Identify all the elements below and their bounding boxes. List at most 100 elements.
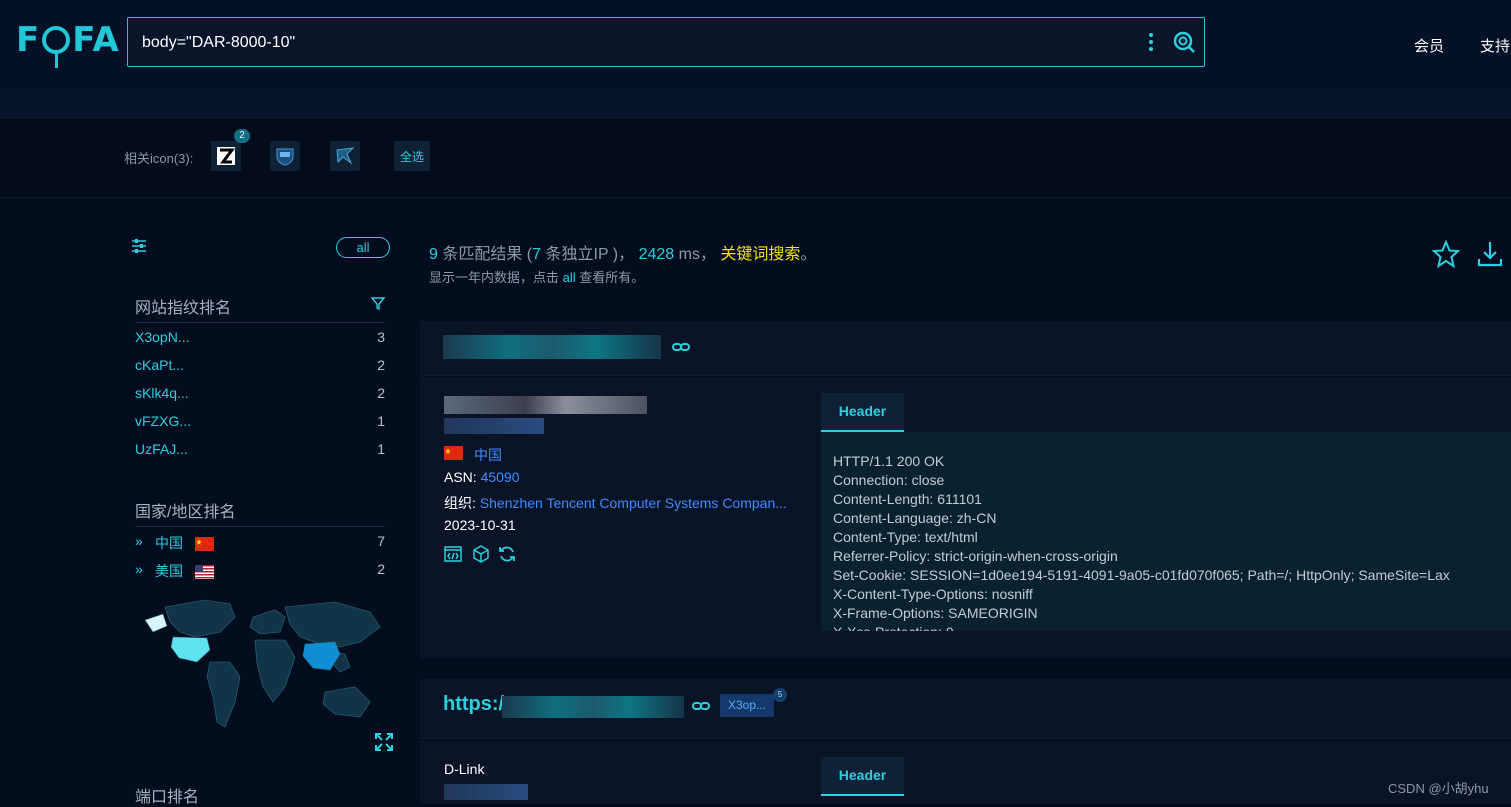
org-row: 组织: Shenzhen Tencent Computer Systems Co… xyxy=(444,493,787,513)
asn-link[interactable]: 45090 xyxy=(481,469,520,485)
search-input[interactable] xyxy=(142,30,1122,56)
fingerprint-name[interactable]: X3opN... xyxy=(135,329,189,345)
fingerprint-item[interactable]: X3opN... 3 xyxy=(135,329,385,349)
header-line: X-Content-Type-Options: nosniff xyxy=(833,586,1033,602)
related-icons-label: 相关icon(3): xyxy=(124,151,194,166)
cube-icon[interactable] xyxy=(472,545,490,563)
tab-header[interactable]: Header xyxy=(821,393,904,432)
country-name[interactable]: 美国 xyxy=(155,563,183,579)
period: 。 xyxy=(800,246,817,263)
search-box[interactable] xyxy=(127,17,1205,67)
related-icon-shield[interactable] xyxy=(270,141,300,171)
double-chevron-icon: » xyxy=(135,561,143,577)
result-brand: D-Link xyxy=(444,761,485,777)
china-flag-icon xyxy=(194,537,214,552)
fofa-logo[interactable]: F FA xyxy=(16,20,120,68)
filter-band xyxy=(0,86,1511,118)
masked-host[interactable] xyxy=(443,335,661,359)
double-chevron-icon: » xyxy=(135,533,143,549)
header-line: Connection: close xyxy=(833,472,945,488)
response-header-pane: HTTP/1.1 200 OK Connection: close Conten… xyxy=(821,432,1511,631)
fingerprint-name[interactable]: UzFAJ... xyxy=(135,441,188,457)
country-item[interactable]: » 中国 7 xyxy=(135,533,385,553)
result-host-link[interactable]: https:/ xyxy=(443,693,504,716)
header-line: HTTP/1.1 200 OK xyxy=(833,453,945,469)
country-count: 2 xyxy=(377,561,385,577)
unique-ip-label: 条独立IP )， xyxy=(545,246,635,263)
query-time: 2428 xyxy=(638,246,675,263)
more-vertical-icon[interactable] xyxy=(1146,31,1156,53)
refresh-icon[interactable] xyxy=(498,545,516,563)
fingerprint-item[interactable]: vFZXG... 1 xyxy=(135,413,385,433)
result-subsummary: 显示一年内数据，点击 all 查看所有。 xyxy=(429,267,644,286)
asn-row: ASN: 45090 xyxy=(444,469,520,485)
all-toggle-button[interactable]: all xyxy=(336,237,390,258)
country-name[interactable]: 中国 xyxy=(155,535,183,551)
header-line: X-Xss-Protection: 0 xyxy=(833,623,1499,631)
china-flag-icon xyxy=(444,446,463,460)
result-card-body xyxy=(420,741,1511,804)
port-ranking-title: 端口排名 xyxy=(135,789,200,806)
download-icon[interactable] xyxy=(1476,240,1504,268)
divider xyxy=(135,322,385,323)
fingerprint-item[interactable]: cKaPt... 2 xyxy=(135,357,385,377)
select-all-button[interactable]: 全选 xyxy=(394,141,430,171)
fingerprint-count: 2 xyxy=(377,357,385,373)
link-icon[interactable] xyxy=(692,700,710,712)
masked-ip[interactable] xyxy=(444,784,528,800)
keyword-search-link[interactable]: 关键词搜索 xyxy=(720,246,800,263)
filter-settings-icon[interactable] xyxy=(131,238,147,254)
nav-support-link[interactable]: 支持 xyxy=(1480,35,1510,56)
tab-header[interactable]: Header xyxy=(821,757,904,796)
star-icon[interactable] xyxy=(1432,240,1460,268)
fingerprint-count: 1 xyxy=(377,413,385,429)
result-date: 2023-10-31 xyxy=(444,517,516,533)
header-line: X-Frame-Options: SAMEORIGIN xyxy=(833,605,1038,621)
fingerprint-count: 2 xyxy=(377,385,385,401)
masked-domain[interactable] xyxy=(444,418,544,434)
link-icon[interactable] xyxy=(672,341,690,353)
related-icon-z[interactable] xyxy=(211,141,241,171)
masked-ip[interactable] xyxy=(444,396,647,414)
funnel-icon[interactable] xyxy=(371,296,385,310)
fingerprint-ranking-title: 网站指纹排名 xyxy=(135,300,232,317)
result-summary: 9 条匹配结果 (7 条独立IP )， 2428 ms， 关键词搜索。 xyxy=(429,240,816,264)
search-icon[interactable] xyxy=(1172,30,1196,54)
fingerprint-count: 1 xyxy=(377,441,385,457)
header-line: Content-Language: zh-CN xyxy=(833,510,997,526)
country-item[interactable]: » 美国 2 xyxy=(135,561,385,581)
masked-host[interactable] xyxy=(502,696,684,718)
fingerprint-name[interactable]: vFZXG... xyxy=(135,413,191,429)
fingerprint-name[interactable]: sKlk4q... xyxy=(135,385,189,401)
org-link[interactable]: Shenzhen Tencent Computer Systems Compan… xyxy=(480,495,787,511)
header-line: Content-Length: 611101 xyxy=(833,491,982,507)
watermark: CSDN @小胡yhu xyxy=(1388,781,1489,796)
shield-logo-icon xyxy=(276,148,294,166)
code-icon[interactable] xyxy=(444,545,462,563)
nav-member-link[interactable]: 会员 xyxy=(1414,35,1444,56)
header-line: Referrer-Policy: strict-origin-when-cros… xyxy=(833,548,1118,564)
unique-ip-count: 7 xyxy=(532,246,542,263)
icon-count-badge: 2 xyxy=(234,129,250,143)
bird-logo-icon xyxy=(336,147,355,165)
match-label: 条匹配结果 ( xyxy=(442,246,533,263)
fingerprint-name[interactable]: cKaPt... xyxy=(135,357,184,373)
fingerprint-item[interactable]: UzFAJ... 1 xyxy=(135,441,385,461)
related-icon-bird[interactable] xyxy=(330,141,360,171)
world-map[interactable] xyxy=(135,592,385,742)
asn-label: ASN: xyxy=(444,469,477,485)
country-count: 7 xyxy=(377,533,385,549)
expand-icon[interactable] xyxy=(374,732,394,752)
sub-prefix: 显示一年内数据，点击 xyxy=(429,270,560,285)
fingerprint-item[interactable]: sKlk4q... 2 xyxy=(135,385,385,405)
z-logo-icon xyxy=(217,147,235,165)
match-count: 9 xyxy=(429,246,438,263)
show-all-link[interactable]: all xyxy=(563,270,576,285)
divider xyxy=(135,526,385,527)
org-label: 组织: xyxy=(444,495,476,511)
header-line: Content-Type: text/html xyxy=(833,529,978,545)
us-flag-icon xyxy=(194,565,214,580)
result-country-link[interactable]: 中国 xyxy=(474,445,502,465)
header-line: Set-Cookie: SESSION=1d0ee194-5191-4091-9… xyxy=(833,567,1450,583)
fingerprint-tag[interactable]: X3op... xyxy=(720,694,774,717)
